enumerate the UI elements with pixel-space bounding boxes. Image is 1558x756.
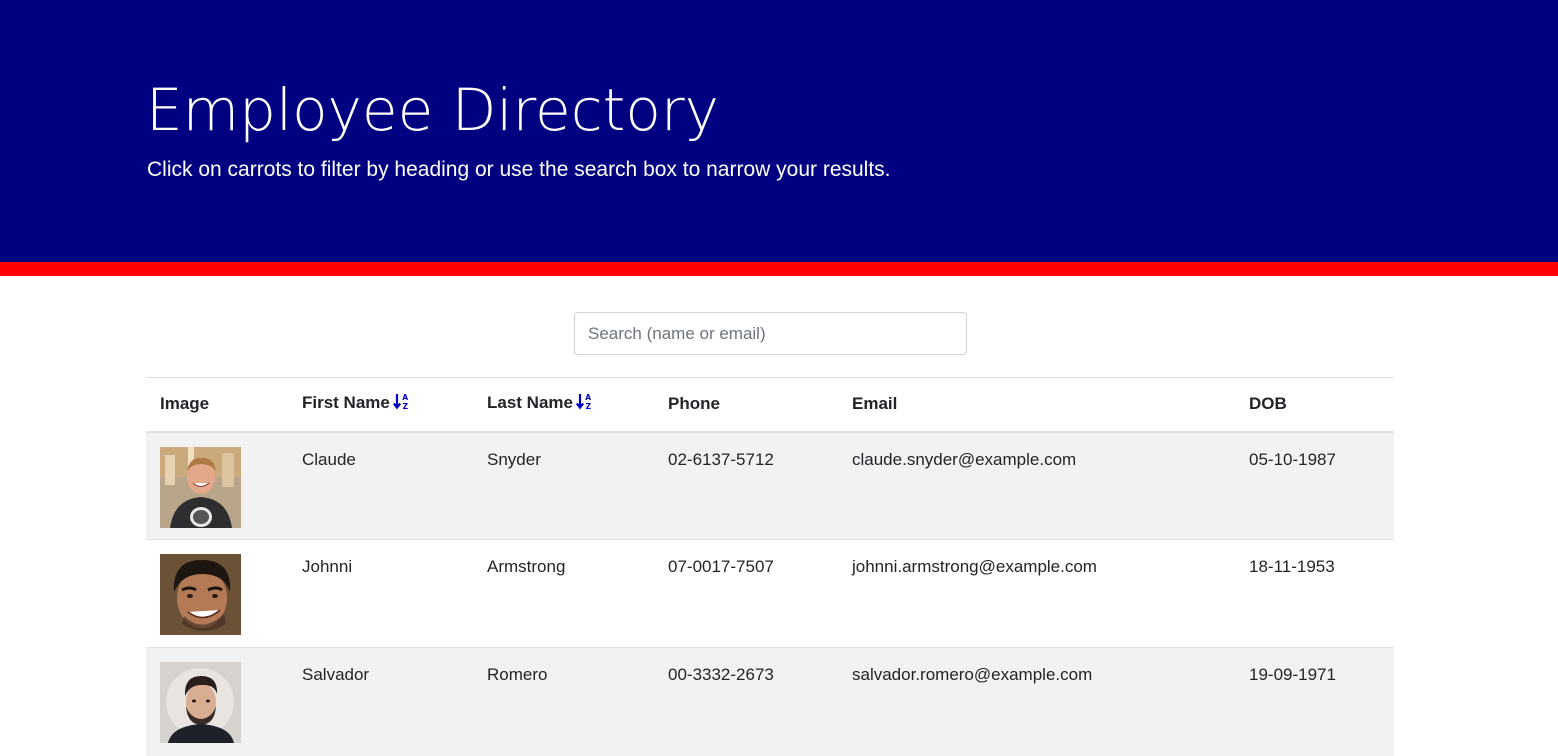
image-cell [146,647,288,756]
table-row: Salvador Romero 00-3332-2673 salvador.ro… [146,647,1394,756]
column-header-dob: DOB [1235,377,1394,433]
svg-text:A: A [402,393,408,402]
hero-banner: Employee Directory Click on carrots to f… [0,0,1558,262]
avatar [160,554,241,635]
column-header-first-name: First Name A Z [288,377,473,433]
phone-cell: 00-3332-2673 [654,647,838,756]
email-cell: salvador.romero@example.com [838,647,1235,756]
table-row: Johnni Armstrong 07-0017-7507 johnni.arm… [146,539,1394,648]
phone-cell: 02-6137-5712 [654,431,838,540]
column-header-email: Email [838,377,1235,433]
employee-table-container: Image First Name A Z Last Name A Z Phone Ema… [146,377,1394,756]
image-cell [146,539,288,648]
email-cell: johnni.armstrong@example.com [838,539,1235,648]
page-subtitle: Click on carrots to filter by heading or… [147,158,891,181]
svg-text:Z: Z [586,402,592,410]
image-cell [146,431,288,540]
dob-cell: 19-09-1971 [1235,647,1394,756]
sort-alpha-down-icon[interactable]: AZ [575,393,593,415]
first-name-cell: Claude [288,431,473,540]
page-title: Employee Directory [146,76,720,144]
column-header-image: Image [146,377,288,433]
first-name-cell: Salvador [288,647,473,756]
phone-cell: 07-0017-7507 [654,539,838,648]
svg-text:A: A [585,393,591,402]
column-header-phone: Phone [654,377,838,433]
last-name-cell: Romero [473,647,654,756]
header-divider [0,262,1558,276]
table-row: Claude Snyder 02-6137-5712 claude.snyder… [146,431,1394,540]
table-header-row: Image First Name A Z Last Name A Z Phone Ema… [146,377,1394,433]
column-header-last-name: Last Name A Z [473,377,654,433]
search-input[interactable] [574,312,967,355]
sort-alpha-down-icon[interactable]: AZ [392,393,410,415]
avatar [160,446,241,528]
dob-cell: 18-11-1953 [1235,539,1394,648]
last-name-cell: Snyder [473,431,654,540]
avatar [160,662,241,743]
first-name-cell: Johnni [288,539,473,648]
employee-table: Image First Name A Z Last Name A Z Phone Ema… [146,377,1394,756]
dob-cell: 05-10-1987 [1235,431,1394,540]
last-name-cell: Armstrong [473,539,654,648]
email-cell: claude.snyder@example.com [838,431,1235,540]
svg-text:Z: Z [402,402,408,410]
